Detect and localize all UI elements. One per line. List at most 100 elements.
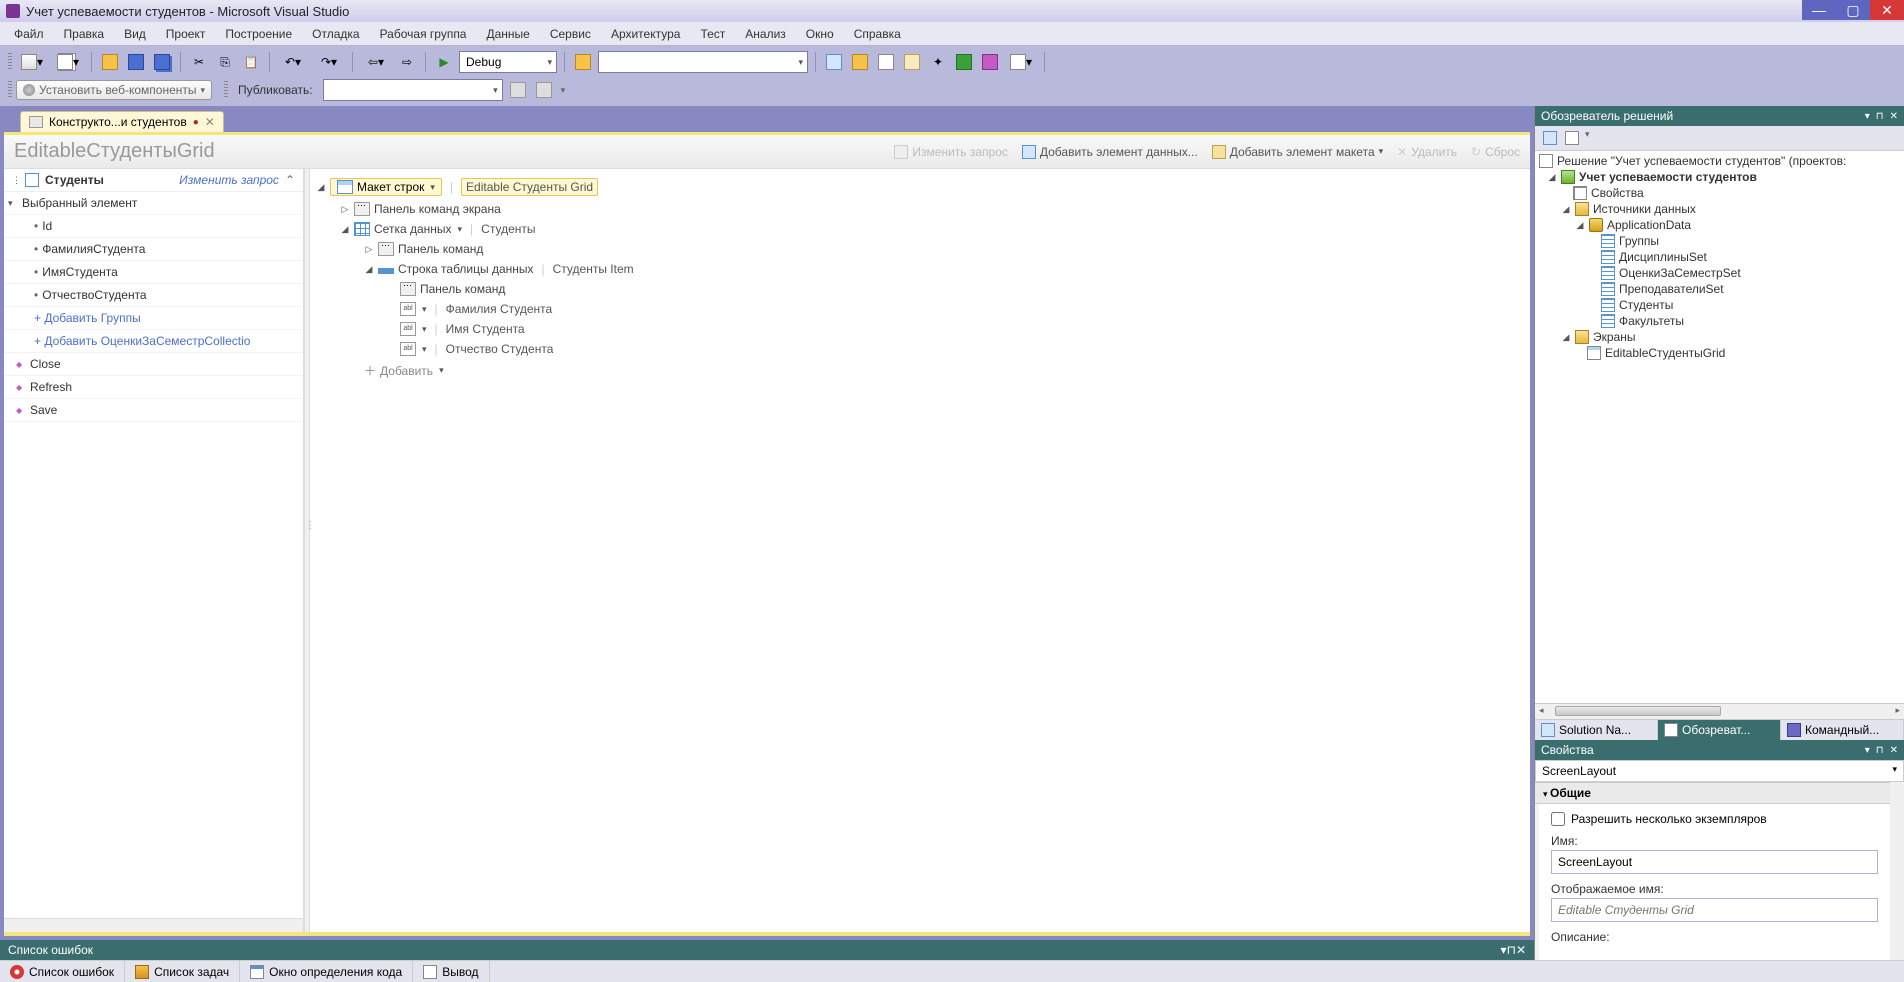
menu-build[interactable]: Построение [215, 24, 302, 44]
project-node[interactable]: ◢ Учет успеваемости студентов [1535, 169, 1904, 185]
toolbar-grip[interactable] [8, 81, 12, 99]
field-node[interactable]: Имя Студента [446, 322, 525, 336]
new-project-button[interactable]: ▾ [16, 51, 48, 73]
properties-object-combo[interactable]: ScreenLayout [1535, 760, 1904, 782]
edit-query-link[interactable]: Изменить запрос [179, 173, 279, 187]
table-node[interactable]: ПреподавателиSet [1535, 281, 1904, 297]
table-node[interactable]: ОценкиЗаСеместрSet [1535, 265, 1904, 281]
menu-help[interactable]: Справка [844, 24, 911, 44]
redo-button[interactable]: ↷▾ [313, 51, 345, 73]
selected-element-group[interactable]: Выбранный элемент [4, 192, 303, 215]
tb-icon-2[interactable] [849, 51, 871, 73]
panel-close-icon[interactable]: ✕ [1890, 745, 1898, 756]
publish-btn-2[interactable] [533, 79, 555, 101]
add-node[interactable]: Добавить [380, 364, 433, 378]
menu-view[interactable]: Вид [114, 24, 156, 44]
menu-team[interactable]: Рабочая группа [370, 24, 477, 44]
add-grades-link[interactable]: + Добавить ОценкиЗаСеместрCollectio [4, 330, 303, 353]
close-button[interactable]: ✕ [1870, 0, 1904, 20]
reset-action[interactable]: ↻ Сброс [1471, 145, 1520, 159]
minimize-button[interactable]: — [1802, 0, 1836, 20]
checkbox-input[interactable] [1551, 812, 1565, 826]
cut-button[interactable]: ✂ [188, 51, 210, 73]
cmdbar-node[interactable]: Панель команд [398, 242, 483, 256]
menu-analyze[interactable]: Анализ [735, 24, 796, 44]
row-layout-node[interactable]: Макет строк ▾ [330, 178, 442, 196]
properties-section-general[interactable]: Общие [1535, 782, 1890, 804]
solution-node[interactable]: Решение "Учет успеваемости студентов" (п… [1535, 153, 1904, 169]
find-combo[interactable] [598, 51, 808, 73]
expander-icon[interactable]: ◢ [316, 182, 326, 193]
h-scrollbar[interactable]: ◂ ▸ [1535, 703, 1904, 719]
tb-icon-8[interactable]: ▾ [1005, 51, 1037, 73]
tab-code-definition[interactable]: Окно определения кода [240, 961, 413, 982]
start-button[interactable]: ▶ [433, 51, 455, 73]
name-input[interactable] [1551, 850, 1878, 874]
table-node[interactable]: Группы [1535, 233, 1904, 249]
panel-pin-icon[interactable]: ⊓ [1507, 943, 1516, 957]
table-node[interactable]: Факультеты [1535, 313, 1904, 329]
toolbar-grip[interactable] [224, 81, 228, 99]
tb-icon-5[interactable]: ✦ [927, 51, 949, 73]
table-node[interactable]: ДисциплиныSet [1535, 249, 1904, 265]
expander-icon[interactable]: ◢ [1561, 204, 1571, 215]
tablerow-node[interactable]: Строка таблицы данных [398, 262, 534, 276]
refresh-button[interactable] [1563, 129, 1581, 147]
expander-icon[interactable]: ◢ [340, 224, 350, 235]
appdata-node[interactable]: ◢ ApplicationData [1535, 217, 1904, 233]
menu-edit[interactable]: Правка [54, 24, 115, 44]
tab-close-button[interactable]: ✕ [205, 115, 215, 129]
field-item[interactable]: •ИмяСтудента [4, 261, 303, 284]
table-node[interactable]: Студенты [1535, 297, 1904, 313]
menu-project[interactable]: Проект [156, 24, 216, 44]
panel-pin-icon[interactable]: ⊓ [1876, 745, 1884, 756]
add-layout-action[interactable]: Добавить элемент макета ▾ [1212, 145, 1383, 159]
paste-button[interactable]: 📋 [240, 51, 262, 73]
tb-icon-6[interactable] [953, 51, 975, 73]
install-web-components-button[interactable]: Установить веб-компоненты ▾ [16, 80, 212, 100]
toolbar-grip[interactable] [8, 53, 12, 71]
delete-action[interactable]: ✕ Удалить [1397, 145, 1457, 159]
maximize-button[interactable]: ▢ [1836, 0, 1870, 20]
menu-tools[interactable]: Сервис [540, 24, 601, 44]
panel-dropdown-icon[interactable]: ▾ [1865, 745, 1870, 756]
add-groups-link[interactable]: + Добавить Группы [4, 307, 303, 330]
allow-multiple-checkbox[interactable]: Разрешить несколько экземпляров [1551, 812, 1878, 826]
publish-btn-1[interactable] [507, 79, 529, 101]
properties-node[interactable]: Свойства [1535, 185, 1904, 201]
v-scrollbar[interactable] [1890, 782, 1904, 960]
save-button[interactable] [125, 51, 147, 73]
field-node[interactable]: Фамилия Студента [446, 302, 553, 316]
menu-window[interactable]: Окно [796, 24, 844, 44]
collapse-icon[interactable]: ⌃ [285, 173, 295, 187]
tb-icon-3[interactable] [875, 51, 897, 73]
tab-error-list[interactable]: Список ошибок [0, 961, 125, 982]
panel-close-icon[interactable]: ✕ [1516, 943, 1526, 957]
field-item[interactable]: •ФамилияСтудента [4, 238, 303, 261]
menu-file[interactable]: Файл [4, 24, 54, 44]
add-item-button[interactable]: ▾ [52, 51, 84, 73]
tab-solution-explorer[interactable]: Обозреват... [1658, 720, 1781, 740]
tb-icon-7[interactable] [979, 51, 1001, 73]
field-item[interactable]: •ОтчествоСтудента [4, 284, 303, 307]
screens-node[interactable]: ◢ Экраны [1535, 329, 1904, 345]
panel-close-icon[interactable]: ✕ [1890, 111, 1898, 122]
save-action[interactable]: Save [4, 399, 303, 422]
menu-data[interactable]: Данные [476, 24, 539, 44]
add-data-item-action[interactable]: Добавить элемент данных... [1022, 145, 1198, 159]
nav-fwd-button[interactable]: ⇨ [396, 51, 418, 73]
expander-icon[interactable]: ◢ [364, 264, 374, 275]
field-node[interactable]: Отчество Студента [446, 342, 554, 356]
document-tab[interactable]: Конструкто...и студентов ● ✕ [20, 111, 224, 132]
publish-combo[interactable] [323, 79, 503, 101]
close-action[interactable]: Close [4, 353, 303, 376]
menu-debug[interactable]: Отладка [302, 24, 369, 44]
find-in-files-button[interactable] [572, 51, 594, 73]
panel-pin-icon[interactable]: ⊓ [1876, 111, 1884, 122]
tab-team-explorer[interactable]: Командный... [1781, 720, 1904, 740]
save-all-button[interactable] [151, 51, 173, 73]
edit-query-action[interactable]: Изменить запрос [894, 145, 1007, 159]
data-members-header[interactable]: ⋮ Студенты Изменить запрос ⌃ [4, 169, 303, 192]
screen-node[interactable]: EditableСтудентыGrid [1535, 345, 1904, 361]
config-combo[interactable]: Debug [459, 51, 557, 73]
